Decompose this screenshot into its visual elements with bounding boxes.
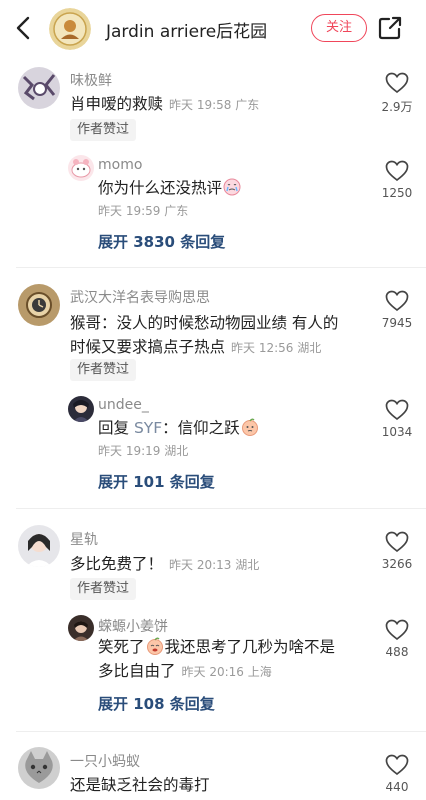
like-count: 1250 bbox=[381, 186, 413, 200]
reply-body: ：信仰之跃 bbox=[162, 419, 240, 437]
avatar[interactable] bbox=[18, 747, 60, 789]
heart-icon bbox=[385, 290, 409, 312]
heart-icon bbox=[385, 531, 409, 553]
comment-text: 还是缺乏社会的毒打 bbox=[70, 776, 210, 794]
top-bar: Jardin arriere后花园 关注 bbox=[0, 0, 426, 58]
comment-meta: 昨天 12:56 湖北 bbox=[231, 341, 322, 355]
back-arrow-icon[interactable] bbox=[10, 14, 38, 42]
comment-text-line-1: 猴哥：没人的时候愁动物园业绩 有人的 bbox=[70, 314, 339, 332]
comment-text: 多比免费了！ 昨天 20:13 湖北 bbox=[70, 552, 259, 577]
reply-text: 回复 SYF：信仰之跃 bbox=[98, 416, 260, 440]
comment-meta: 昨天 19:58 广东 bbox=[169, 98, 260, 112]
reply-like-button[interactable]: 1250 bbox=[376, 160, 418, 200]
account-title: Jardin arriere后花园 bbox=[106, 22, 268, 42]
reply-body-continued: 我还思考了几秒为啥不是 bbox=[164, 638, 336, 656]
comment-meta: 昨天 20:13 湖北 bbox=[169, 558, 260, 572]
comment-username[interactable]: 味极鲜 bbox=[70, 70, 112, 90]
reply-text: 你为什么还没热评 bbox=[98, 176, 242, 200]
like-button[interactable]: 3266 bbox=[376, 531, 418, 571]
reply-text-line-2: 多比自由了 昨天 20:16 上海 bbox=[98, 659, 272, 684]
peach-face-icon bbox=[146, 637, 163, 655]
comment-body: 肖申嗳的救赎 bbox=[70, 95, 164, 113]
comment-text-line-2: 时候又要求搞点子热点 昨天 12:56 湖北 bbox=[70, 335, 321, 360]
divider bbox=[16, 267, 426, 268]
reply-username[interactable]: 蝾螈小姜饼 bbox=[98, 616, 168, 636]
avatar[interactable] bbox=[18, 284, 60, 326]
reply-meta: 昨天 19:59 广东 bbox=[98, 204, 189, 218]
follow-button[interactable]: 关注 bbox=[311, 14, 367, 42]
peach-face-icon bbox=[241, 418, 258, 436]
expand-replies-link[interactable]: 展开 101 条回复 bbox=[98, 471, 215, 492]
like-count: 2.9万 bbox=[381, 100, 413, 114]
share-icon[interactable] bbox=[376, 14, 404, 42]
expand-replies-link[interactable]: 展开 108 条回复 bbox=[98, 693, 215, 714]
comment-username[interactable]: 星轨 bbox=[70, 529, 98, 549]
heart-icon bbox=[385, 619, 409, 641]
crying-face-icon bbox=[223, 178, 241, 196]
divider bbox=[16, 508, 426, 509]
reply-body: 你为什么还没热评 bbox=[98, 179, 223, 197]
comment-username[interactable]: 武汉大洋名表导购思思 bbox=[70, 287, 210, 307]
like-button[interactable]: 2.9万 bbox=[376, 72, 418, 115]
reply-username[interactable]: momo bbox=[98, 157, 142, 173]
avatar[interactable] bbox=[18, 525, 60, 567]
like-button[interactable]: 7945 bbox=[376, 290, 418, 330]
reply-avatar[interactable] bbox=[68, 396, 94, 422]
reply-text-line-1: 笑死了 我还思考了几秒为啥不是 bbox=[98, 635, 335, 659]
reply-like-button[interactable]: 1034 bbox=[376, 399, 418, 439]
reply-meta: 昨天 19:19 湖北 bbox=[98, 444, 189, 458]
like-count: 440 bbox=[385, 780, 409, 794]
heart-icon bbox=[385, 399, 409, 421]
reply-avatar[interactable] bbox=[68, 615, 94, 641]
expand-replies-link[interactable]: 展开 3830 条回复 bbox=[98, 231, 225, 252]
reply-username[interactable]: undee_ bbox=[98, 397, 149, 413]
reply-body: 多比自由了 bbox=[98, 662, 176, 680]
reply-body: 笑死了 bbox=[98, 638, 145, 656]
comment-username[interactable]: 一只小蚂蚁 bbox=[70, 751, 140, 771]
heart-icon bbox=[385, 754, 409, 776]
reply-meta: 昨天 20:16 上海 bbox=[181, 665, 272, 679]
like-button[interactable]: 440 bbox=[376, 754, 418, 794]
author-liked-badge: 作者赞过 bbox=[70, 578, 137, 600]
like-count: 1034 bbox=[381, 425, 413, 439]
reply-to-user[interactable]: SYF bbox=[134, 419, 162, 437]
account-avatar[interactable] bbox=[49, 8, 91, 50]
like-count: 7945 bbox=[381, 316, 413, 330]
author-liked-badge: 作者赞过 bbox=[70, 359, 137, 381]
divider bbox=[16, 731, 426, 732]
comment-text: 肖申嗳的救赎 昨天 19:58 广东 bbox=[70, 92, 259, 117]
like-count: 3266 bbox=[381, 557, 413, 571]
reply-prefix: 回复 bbox=[98, 419, 134, 437]
author-liked-badge: 作者赞过 bbox=[70, 119, 137, 141]
heart-icon bbox=[385, 160, 409, 182]
comment-body: 时候又要求搞点子热点 bbox=[70, 338, 226, 356]
avatar[interactable] bbox=[18, 67, 60, 109]
like-count: 488 bbox=[385, 645, 409, 659]
reply-avatar[interactable] bbox=[68, 155, 94, 181]
comment-body: 多比免费了！ bbox=[70, 555, 164, 573]
heart-icon bbox=[385, 72, 409, 94]
reply-like-button[interactable]: 488 bbox=[376, 619, 418, 659]
